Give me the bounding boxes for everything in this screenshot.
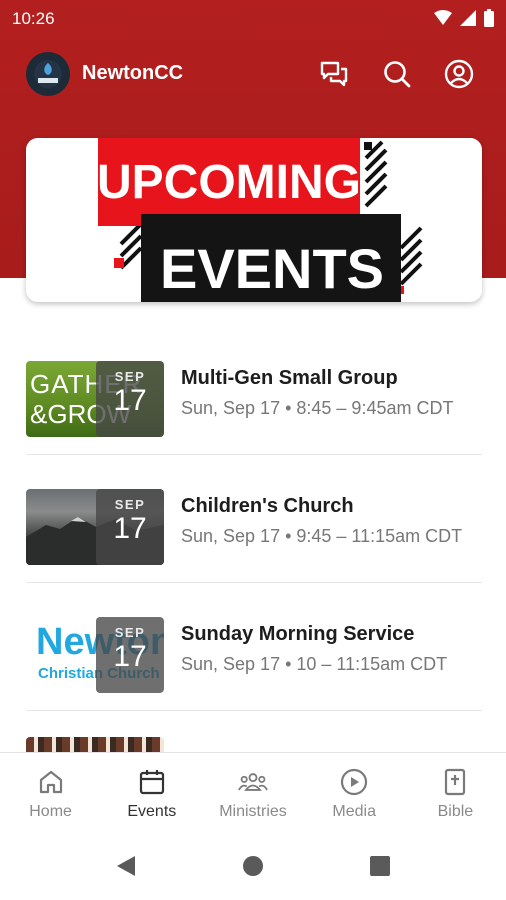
banner-line2: EVENTS <box>160 237 384 300</box>
status-bar: 10:26 <box>0 0 506 36</box>
date-day: 17 <box>113 640 147 673</box>
event-time: Sun, Sep 17 • 10 – 11:15am CDT <box>181 654 448 674</box>
date-day: 17 <box>113 512 147 545</box>
bible-icon <box>440 767 470 797</box>
search-icon[interactable] <box>381 58 413 90</box>
event-title: Sunday Morning Service <box>181 623 415 645</box>
nav-label: Home <box>29 803 72 820</box>
banner-graphic: UPCOMING EVENTS <box>26 138 482 302</box>
nav-item-ministries[interactable]: Ministries <box>202 753 303 830</box>
bottom-navigation: Home Events Ministries Media Bible <box>0 752 506 830</box>
event-title: Children's Church <box>181 495 354 517</box>
back-icon[interactable] <box>114 854 138 878</box>
nav-label: Media <box>332 803 376 820</box>
nav-item-bible[interactable]: Bible <box>405 753 506 830</box>
play-icon <box>339 767 369 797</box>
event-item-childrens-church[interactable]: SEP 17 Children's Church Sun, Sep 17 • 9… <box>26 455 482 583</box>
people-icon <box>238 767 268 797</box>
nav-label: Events <box>127 803 177 820</box>
nav-item-events[interactable]: Events <box>101 753 202 830</box>
nav-label: Bible <box>437 803 474 820</box>
date-badge: SEP 17 <box>96 361 164 437</box>
battery-icon <box>484 9 494 32</box>
upcoming-events-banner[interactable]: UPCOMING EVENTS <box>26 138 482 302</box>
nav-label: Ministries <box>219 803 287 820</box>
event-title: Multi-Gen Small Group <box>181 367 398 389</box>
system-navigation <box>0 830 506 900</box>
event-time: Sun, Sep 17 • 9:45 – 11:15am CDT <box>181 526 463 546</box>
signal-icon <box>460 10 476 31</box>
banner-line1: UPCOMING <box>97 156 361 209</box>
date-badge: SEP 17 <box>96 617 164 693</box>
account-icon[interactable] <box>443 58 475 90</box>
status-icons <box>434 9 494 32</box>
date-month: SEP <box>114 369 146 384</box>
event-time: Sun, Sep 17 • 8:45 – 9:45am CDT <box>181 398 454 418</box>
nav-item-media[interactable]: Media <box>304 753 405 830</box>
event-thumbnail: Newton Christian Church SEP 17 <box>26 617 164 693</box>
wifi-icon <box>434 10 452 31</box>
event-item-multi-gen[interactable]: GATHER &GROW SEP 17 Multi-Gen Small Grou… <box>26 327 482 455</box>
event-item-sunday-service[interactable]: Newton Christian Church SEP 17 Sunday Mo… <box>26 583 482 711</box>
home-button-icon[interactable] <box>241 854 265 878</box>
date-month: SEP <box>114 497 146 512</box>
date-month: SEP <box>114 625 146 640</box>
recents-icon[interactable] <box>368 854 392 878</box>
nav-item-home[interactable]: Home <box>0 753 101 830</box>
home-icon <box>36 767 66 797</box>
event-thumbnail <box>26 737 164 753</box>
date-badge: SEP 17 <box>96 489 164 565</box>
chat-icon[interactable] <box>318 58 350 90</box>
app-logo[interactable] <box>26 52 70 96</box>
status-time: 10:26 <box>12 9 55 28</box>
app-header: NewtonCC <box>0 48 506 100</box>
date-day: 17 <box>113 384 147 417</box>
event-thumbnail: GATHER &GROW SEP 17 <box>26 361 164 437</box>
app-title: NewtonCC <box>82 62 184 84</box>
event-thumbnail: SEP 17 <box>26 489 164 565</box>
calendar-icon <box>137 767 167 797</box>
